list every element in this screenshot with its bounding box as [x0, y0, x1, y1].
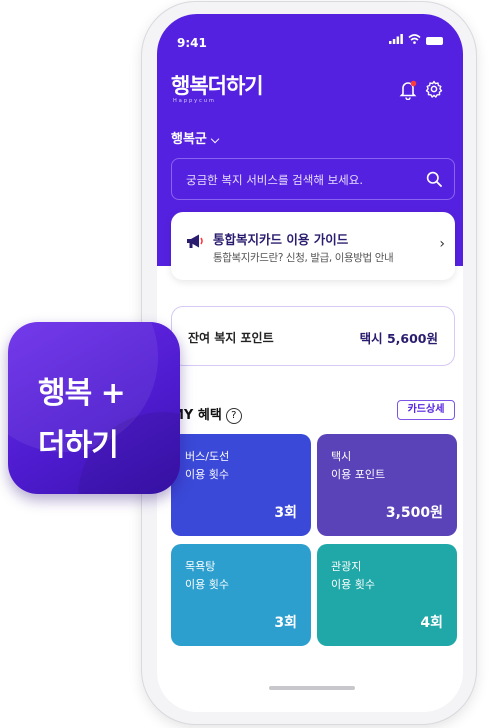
tile-title: 목욕탕: [185, 560, 216, 573]
status-icons: [389, 34, 443, 47]
benefits-title: MY 혜택?: [171, 404, 242, 424]
benefit-tile-bathhouse[interactable]: 목욕탕 이용 횟수 3회: [171, 544, 311, 646]
tile-subtitle: 이용 횟수: [185, 468, 229, 481]
points-label: 잔여 복지 포인트: [188, 331, 274, 345]
search-bar[interactable]: 궁금한 복지 서비스를 검색해 보세요.: [171, 158, 455, 200]
app-icon: 행복 + 더하기: [8, 322, 180, 494]
points-value: 택시 5,600원: [359, 331, 438, 346]
region-label: 행복군: [171, 132, 207, 147]
app-icon-text-line1: 행복 +: [38, 376, 126, 411]
tile-value: 3회: [274, 505, 297, 521]
megaphone-icon: [185, 232, 205, 254]
app-icon-text-line2: 더하기: [38, 428, 119, 463]
tile-subtitle: 이용 횟수: [331, 578, 375, 591]
app-logo-subtitle: Happycum: [173, 98, 216, 104]
chevron-down-icon: ⌵: [210, 133, 220, 146]
search-icon[interactable]: [426, 171, 442, 191]
benefit-tile-taxi[interactable]: 택시 이용 포인트 3,500원: [317, 434, 457, 536]
tile-subtitle: 이용 횟수: [185, 578, 229, 591]
tile-value: 4회: [420, 615, 443, 631]
card-detail-button[interactable]: 카드상세: [397, 400, 455, 420]
gear-icon[interactable]: [425, 80, 443, 102]
status-time: 9:41: [177, 36, 207, 50]
benefit-tile-bus[interactable]: 버스/도선 이용 횟수 3회: [171, 434, 311, 536]
tile-subtitle: 이용 포인트: [331, 468, 386, 481]
region-selector[interactable]: 행복군 ⌵: [171, 128, 219, 147]
tile-title: 택시: [331, 450, 352, 463]
home-indicator: [269, 686, 355, 690]
guide-title: 통합복지카드 이용 가이드: [213, 232, 349, 247]
help-icon[interactable]: ?: [225, 407, 242, 424]
tile-title: 버스/도선: [185, 450, 230, 463]
guide-subtitle: 통합복지카드란? 신청, 발급, 이용방법 안내: [213, 252, 394, 264]
remaining-points-card[interactable]: 잔여 복지 포인트 택시 5,600원: [171, 306, 455, 366]
search-placeholder: 궁금한 복지 서비스를 검색해 보세요.: [186, 173, 363, 187]
chevron-right-icon: ›: [439, 236, 445, 252]
tile-title: 관광지: [331, 560, 362, 573]
benefit-tile-tourist-site[interactable]: 관광지 이용 횟수 4회: [317, 544, 457, 646]
battery-icon: [426, 36, 443, 45]
tile-value: 3회: [274, 615, 297, 631]
app-logo: 행복더하기: [171, 74, 264, 98]
bell-icon[interactable]: [399, 80, 417, 104]
signal-icon: [389, 34, 403, 47]
tile-value: 3,500원: [385, 505, 443, 521]
wifi-icon: [408, 34, 421, 47]
card-guide-banner[interactable]: 통합복지카드 이용 가이드 통합복지카드란? 신청, 발급, 이용방법 안내 ›: [171, 212, 455, 280]
app-screen: 9:41 행복더하기 Happycum 행복군 ⌵ 궁금한 복지 서비스를 검색해…: [157, 14, 463, 712]
